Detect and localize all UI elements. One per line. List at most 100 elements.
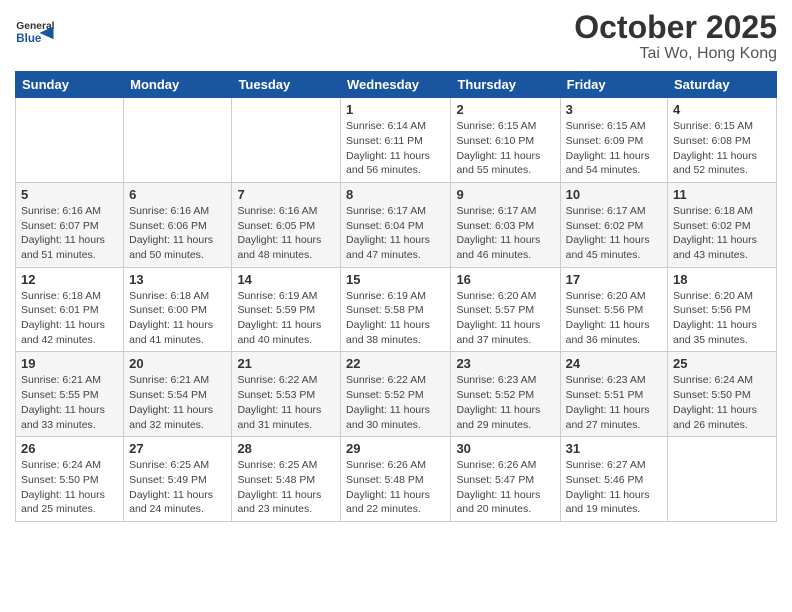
page: General Blue October 2025 Tai Wo, Hong K… [0, 0, 792, 532]
day-info: Sunrise: 6:17 AM Sunset: 6:02 PM Dayligh… [566, 204, 662, 263]
calendar-cell: 21 Sunrise: 6:22 AM Sunset: 5:53 PM Dayli… [232, 352, 341, 437]
calendar-cell: 3 Sunrise: 6:15 AM Sunset: 6:09 PM Daylig… [560, 98, 667, 183]
calendar-cell: 8 Sunrise: 6:17 AM Sunset: 6:04 PM Daylig… [341, 182, 451, 267]
header: General Blue October 2025 Tai Wo, Hong K… [15, 10, 777, 63]
svg-text:Blue: Blue [16, 33, 42, 45]
day-info: Sunrise: 6:18 AM Sunset: 6:01 PM Dayligh… [21, 289, 118, 348]
day-number: 18 [673, 272, 771, 287]
day-number: 14 [237, 272, 335, 287]
calendar-cell: 13 Sunrise: 6:18 AM Sunset: 6:00 PM Dayli… [124, 267, 232, 352]
day-info: Sunrise: 6:17 AM Sunset: 6:03 PM Dayligh… [456, 204, 554, 263]
calendar-cell: 27 Sunrise: 6:25 AM Sunset: 5:49 PM Dayli… [124, 437, 232, 522]
week-row-4: 19Sunrise: 6:21 AM Sunset: 5:55 PM Dayli… [16, 352, 777, 437]
weekday-header-saturday: Saturday [668, 72, 777, 98]
weekday-header-thursday: Thursday [451, 72, 560, 98]
calendar-cell [124, 98, 232, 183]
calendar-cell: 31 Sunrise: 6:27 AM Sunset: 5:46 PM Dayli… [560, 437, 667, 522]
month-title: October 2025 [574, 10, 777, 45]
day-info: Sunrise: 6:23 AM Sunset: 5:52 PM Dayligh… [456, 373, 554, 432]
day-number: 16 [456, 272, 554, 287]
calendar-cell: 16 Sunrise: 6:20 AM Sunset: 5:57 PM Dayli… [451, 267, 560, 352]
day-info: Sunrise: 6:15 AM Sunset: 6:10 PM Dayligh… [456, 119, 554, 178]
calendar-cell: 9Sunrise: 6:17 AM Sunset: 6:03 PM Daylig… [451, 182, 560, 267]
calendar-cell: 15 Sunrise: 6:19 AM Sunset: 5:58 PM Dayli… [341, 267, 451, 352]
calendar-table: SundayMondayTuesdayWednesdayThursdayFrid… [15, 71, 777, 522]
calendar-cell: 25 Sunrise: 6:24 AM Sunset: 5:50 PM Dayli… [668, 352, 777, 437]
day-info: Sunrise: 6:18 AM Sunset: 6:00 PM Dayligh… [129, 289, 226, 348]
day-info: Sunrise: 6:24 AM Sunset: 5:50 PM Dayligh… [673, 373, 771, 432]
day-info: Sunrise: 6:15 AM Sunset: 6:09 PM Dayligh… [566, 119, 662, 178]
day-info: Sunrise: 6:20 AM Sunset: 5:56 PM Dayligh… [673, 289, 771, 348]
day-info: Sunrise: 6:26 AM Sunset: 5:47 PM Dayligh… [456, 458, 554, 517]
day-info: Sunrise: 6:18 AM Sunset: 6:02 PM Dayligh… [673, 204, 771, 263]
day-info: Sunrise: 6:19 AM Sunset: 5:58 PM Dayligh… [346, 289, 445, 348]
day-info: Sunrise: 6:20 AM Sunset: 5:57 PM Dayligh… [456, 289, 554, 348]
calendar-cell: 19Sunrise: 6:21 AM Sunset: 5:55 PM Dayli… [16, 352, 124, 437]
calendar-cell: 30 Sunrise: 6:26 AM Sunset: 5:47 PM Dayli… [451, 437, 560, 522]
day-number: 5 [21, 187, 118, 202]
location-title: Tai Wo, Hong Kong [574, 45, 777, 63]
logo: General Blue [15, 10, 60, 55]
day-info: Sunrise: 6:22 AM Sunset: 5:52 PM Dayligh… [346, 373, 445, 432]
day-number: 8 [346, 187, 445, 202]
weekday-header-sunday: Sunday [16, 72, 124, 98]
weekday-header-tuesday: Tuesday [232, 72, 341, 98]
day-number: 24 [566, 356, 662, 371]
day-number: 27 [129, 441, 226, 456]
day-number: 25 [673, 356, 771, 371]
calendar-cell: 24 Sunrise: 6:23 AM Sunset: 5:51 PM Dayli… [560, 352, 667, 437]
day-info: Sunrise: 6:20 AM Sunset: 5:56 PM Dayligh… [566, 289, 662, 348]
calendar-cell: 1Sunrise: 6:14 AM Sunset: 6:11 PM Daylig… [341, 98, 451, 183]
day-number: 23 [456, 356, 554, 371]
calendar-cell: 23 Sunrise: 6:23 AM Sunset: 5:52 PM Dayli… [451, 352, 560, 437]
calendar-cell: 10 Sunrise: 6:17 AM Sunset: 6:02 PM Dayli… [560, 182, 667, 267]
day-info: Sunrise: 6:25 AM Sunset: 5:49 PM Dayligh… [129, 458, 226, 517]
day-info: Sunrise: 6:21 AM Sunset: 5:54 PM Dayligh… [129, 373, 226, 432]
day-number: 28 [237, 441, 335, 456]
day-info: Sunrise: 6:17 AM Sunset: 6:04 PM Dayligh… [346, 204, 445, 263]
day-info: Sunrise: 6:23 AM Sunset: 5:51 PM Dayligh… [566, 373, 662, 432]
calendar-cell: 20 Sunrise: 6:21 AM Sunset: 5:54 PM Dayli… [124, 352, 232, 437]
calendar-cell [232, 98, 341, 183]
week-row-1: 1Sunrise: 6:14 AM Sunset: 6:11 PM Daylig… [16, 98, 777, 183]
day-info: Sunrise: 6:19 AM Sunset: 5:59 PM Dayligh… [237, 289, 335, 348]
day-info: Sunrise: 6:15 AM Sunset: 6:08 PM Dayligh… [673, 119, 771, 178]
day-number: 10 [566, 187, 662, 202]
day-number: 30 [456, 441, 554, 456]
day-info: Sunrise: 6:26 AM Sunset: 5:48 PM Dayligh… [346, 458, 445, 517]
day-number: 7 [237, 187, 335, 202]
calendar-cell: 12 Sunrise: 6:18 AM Sunset: 6:01 PM Dayli… [16, 267, 124, 352]
day-number: 12 [21, 272, 118, 287]
day-number: 6 [129, 187, 226, 202]
day-info: Sunrise: 6:22 AM Sunset: 5:53 PM Dayligh… [237, 373, 335, 432]
day-number: 29 [346, 441, 445, 456]
day-number: 13 [129, 272, 226, 287]
calendar-cell: 17Sunrise: 6:20 AM Sunset: 5:56 PM Dayli… [560, 267, 667, 352]
day-number: 31 [566, 441, 662, 456]
calendar-cell: 14 Sunrise: 6:19 AM Sunset: 5:59 PM Dayli… [232, 267, 341, 352]
day-info: Sunrise: 6:24 AM Sunset: 5:50 PM Dayligh… [21, 458, 118, 517]
calendar-cell: 7 Sunrise: 6:16 AM Sunset: 6:05 PM Daylig… [232, 182, 341, 267]
logo-icon: General Blue [15, 10, 60, 55]
title-section: October 2025 Tai Wo, Hong Kong [574, 10, 777, 63]
day-info: Sunrise: 6:27 AM Sunset: 5:46 PM Dayligh… [566, 458, 662, 517]
week-row-3: 12 Sunrise: 6:18 AM Sunset: 6:01 PM Dayli… [16, 267, 777, 352]
day-number: 26 [21, 441, 118, 456]
day-number: 4 [673, 102, 771, 117]
weekday-header-monday: Monday [124, 72, 232, 98]
day-info: Sunrise: 6:16 AM Sunset: 6:05 PM Dayligh… [237, 204, 335, 263]
weekday-header-friday: Friday [560, 72, 667, 98]
calendar-cell [668, 437, 777, 522]
day-number: 11 [673, 187, 771, 202]
day-info: Sunrise: 6:16 AM Sunset: 6:06 PM Dayligh… [129, 204, 226, 263]
day-number: 3 [566, 102, 662, 117]
day-info: Sunrise: 6:16 AM Sunset: 6:07 PM Dayligh… [21, 204, 118, 263]
week-row-2: 5 Sunrise: 6:16 AM Sunset: 6:07 PM Daylig… [16, 182, 777, 267]
week-row-5: 26 Sunrise: 6:24 AM Sunset: 5:50 PM Dayli… [16, 437, 777, 522]
day-number: 21 [237, 356, 335, 371]
calendar-cell: 6 Sunrise: 6:16 AM Sunset: 6:06 PM Daylig… [124, 182, 232, 267]
day-number: 2 [456, 102, 554, 117]
calendar-cell [16, 98, 124, 183]
day-number: 20 [129, 356, 226, 371]
day-number: 15 [346, 272, 445, 287]
